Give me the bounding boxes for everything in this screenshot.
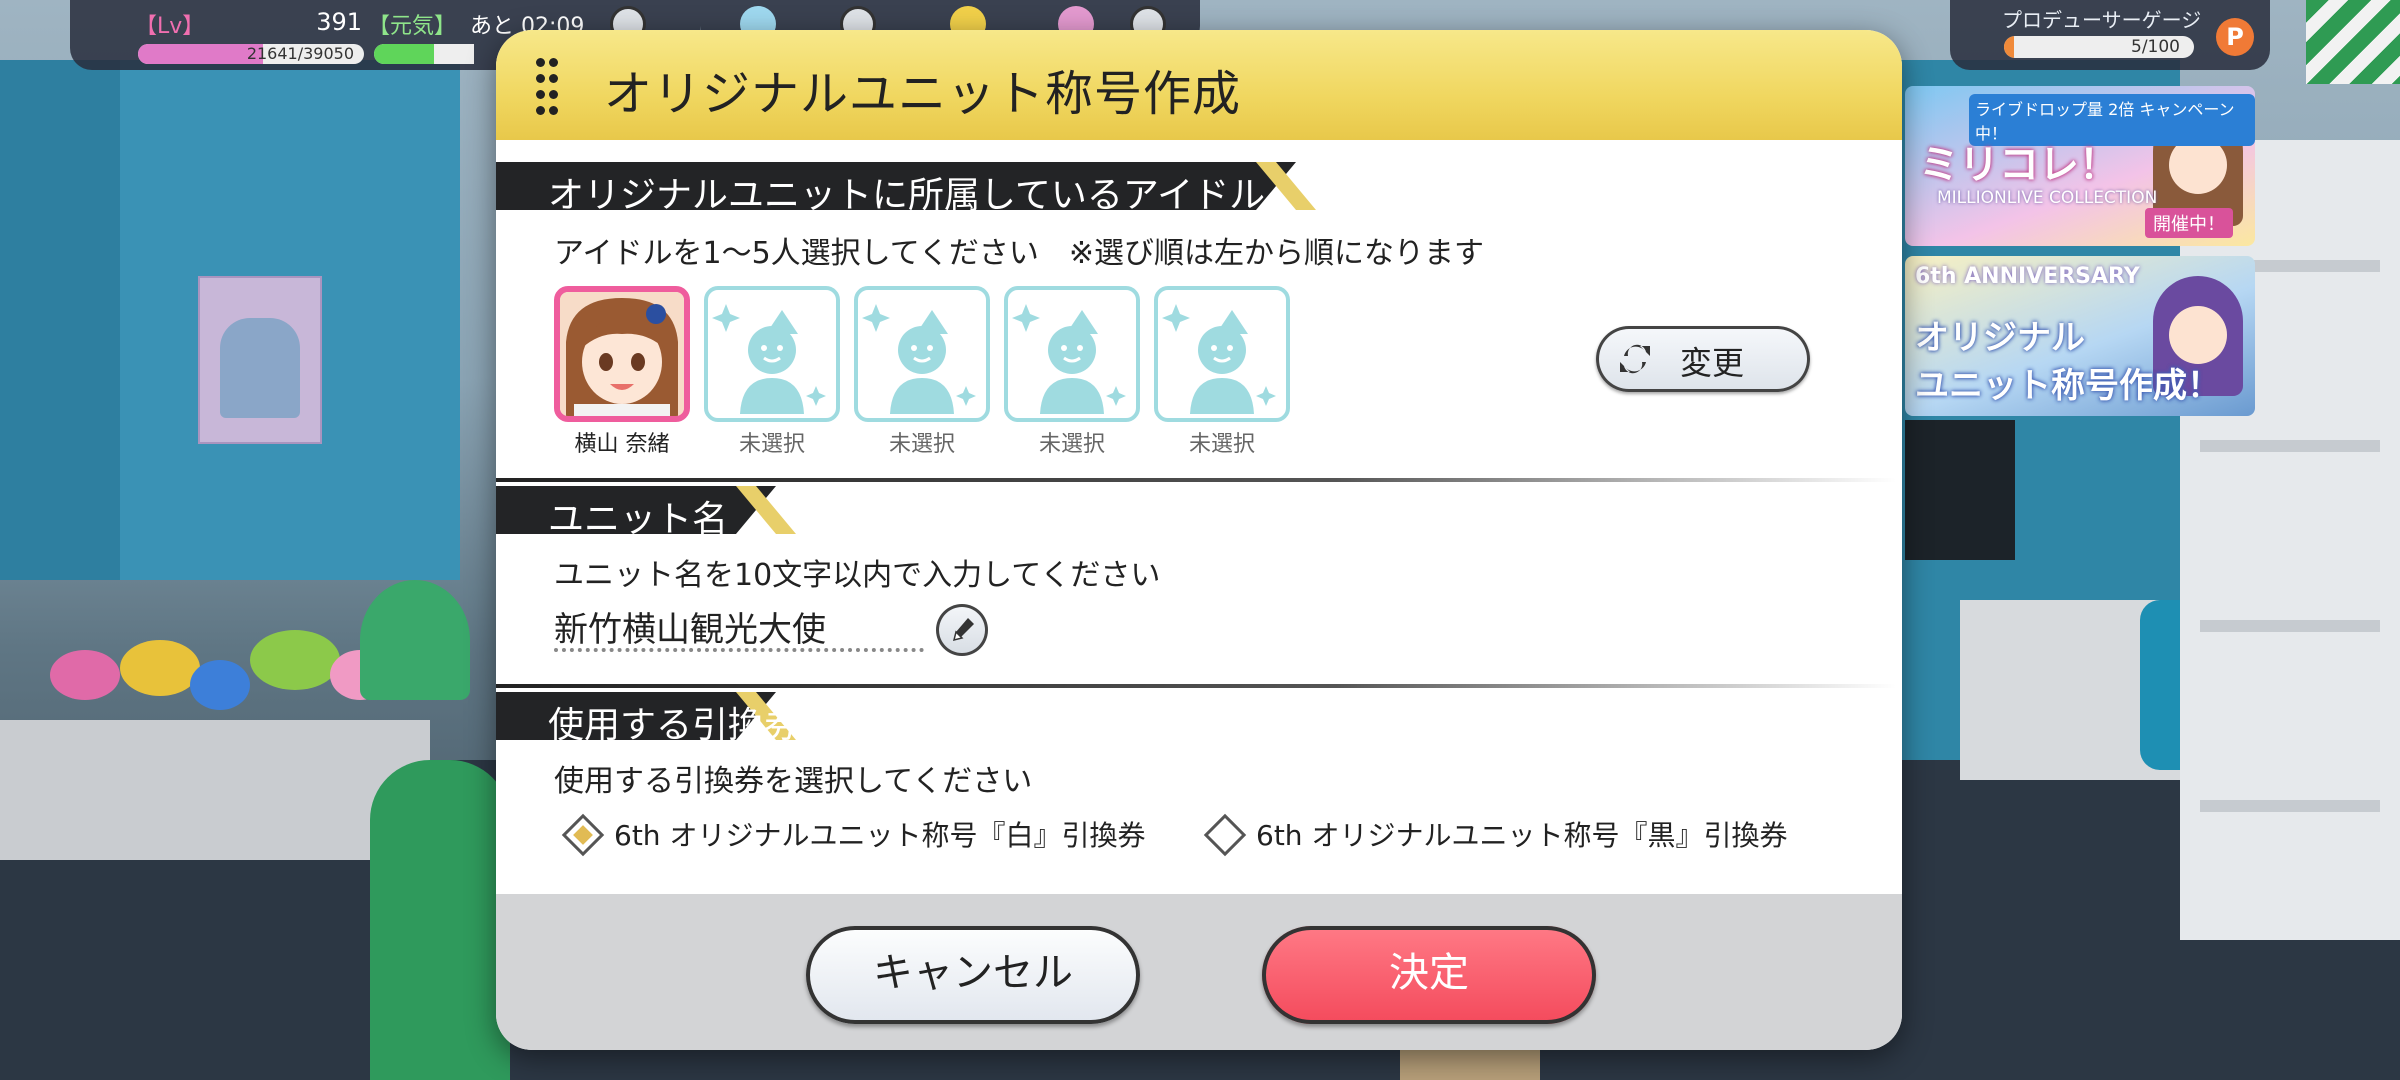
unit-name-hint: ユニット名を10文字以内で入力してください	[554, 558, 1161, 593]
xp-text: 21641/39050	[246, 44, 354, 63]
slot-label-3: 未選択	[888, 432, 955, 457]
radio-selected-icon	[561, 813, 605, 857]
radio-unselected-icon	[1203, 813, 1247, 857]
idol-slot-3[interactable]	[854, 286, 990, 422]
producer-gauge-label: プロデューサーゲージ	[2002, 8, 2202, 32]
event-banner-unit-title[interactable]: 6th ANNIVERSARY オリジナル ユニット称号作成！	[1905, 256, 2255, 416]
ticket-option-black[interactable]: 6th オリジナルユニット称号『黒』引換券	[1203, 812, 1830, 857]
computer	[1905, 420, 2015, 560]
producer-gauge-bar: 5/100	[2004, 36, 2194, 58]
idol-hint: アイドルを1～5人選択してください ※選び順は左から順になります	[554, 236, 1485, 271]
banner-subtitle: MILLIONLIVE COLLECTION	[1937, 188, 2158, 208]
section-title: ユニット名	[548, 499, 729, 540]
desk-toys	[40, 610, 400, 720]
chair	[360, 580, 470, 700]
slot-label-2: 未選択	[738, 432, 805, 457]
dialog-header: オリジナルユニット称号作成	[496, 30, 1902, 140]
ticket-hint: 使用する引換券を選択してください	[554, 764, 1033, 799]
ticket-label: 6th オリジナルユニット称号『黒』引換券	[1256, 819, 1788, 852]
drag-handle-icon	[536, 58, 560, 115]
edit-name-button[interactable]	[936, 604, 988, 656]
stamina-label: 【元気】	[368, 14, 457, 39]
slot-label-5: 未選択	[1188, 432, 1255, 457]
unit-name-field[interactable]: 新竹横山観光大使	[554, 602, 924, 652]
change-idols-button[interactable]: 変更	[1596, 326, 1810, 392]
idol-slot-5[interactable]	[1154, 286, 1290, 422]
banner-line2: ユニット称号作成！	[1915, 366, 2221, 406]
cancel-button[interactable]: キャンセル	[806, 926, 1140, 1024]
idol-nao-portrait	[560, 292, 684, 416]
idol-slot-2[interactable]	[704, 286, 840, 422]
level-value: 391	[316, 8, 362, 36]
slot-label-4: 未選択	[1038, 432, 1105, 457]
stamina-bar	[374, 44, 474, 64]
ticket-option-white[interactable]: 6th オリジナルユニット称号『白』引換券	[561, 812, 1168, 857]
xp-bar: 21641/39050	[138, 44, 364, 64]
producer-gauge-text: 5/100	[2131, 37, 2180, 57]
banner-status-tag: 開催中！	[2145, 208, 2233, 238]
menu-stripe	[2306, 0, 2400, 84]
chair	[370, 760, 510, 1080]
empty-idol-icon	[712, 304, 826, 414]
pencil-icon	[952, 618, 974, 642]
banner-line1: オリジナル	[1915, 318, 2085, 358]
banner-title: ミリコレ！	[1919, 142, 2119, 188]
level-label: 【Lv】	[135, 14, 205, 39]
idol-slot-4[interactable]	[1004, 286, 1140, 422]
confirm-button[interactable]: 決定	[1262, 926, 1596, 1024]
divider	[496, 684, 1896, 688]
unit-title-dialog: オリジナルユニット称号作成 オリジナルユニットに所属しているアイドル アイドルを…	[496, 30, 1902, 1050]
banner-anniversary: 6th ANNIVERSARY	[1915, 264, 2140, 289]
empty-idol-icon	[1162, 304, 1276, 414]
empty-idol-icon	[862, 304, 976, 414]
event-banner-milicolle[interactable]: ライブドロップ量 2倍 キャンペーン中！ ミリコレ！ MILLIONLIVE C…	[1905, 86, 2255, 246]
producer-p-icon[interactable]: P	[2216, 18, 2254, 56]
empty-idol-icon	[1012, 304, 1126, 414]
stamina-bar-fill	[374, 44, 434, 64]
swap-arrows-icon	[1620, 344, 1650, 374]
desk	[0, 720, 430, 860]
dialog-footer	[496, 894, 1902, 1050]
ticket-label: 6th オリジナルユニット称号『白』引換券	[614, 819, 1146, 852]
change-button-label: 変更	[1680, 344, 1745, 382]
wall-poster	[198, 276, 322, 444]
slot-label-1: 横山 奈緒	[574, 432, 670, 457]
section-title: オリジナルユニットに所属しているアイドル	[548, 175, 1266, 216]
section-title: 使用する引換券	[548, 705, 801, 746]
dialog-title: オリジナルユニット称号作成	[604, 66, 1242, 122]
idol-slot-1[interactable]	[554, 286, 690, 422]
divider	[496, 478, 1896, 482]
